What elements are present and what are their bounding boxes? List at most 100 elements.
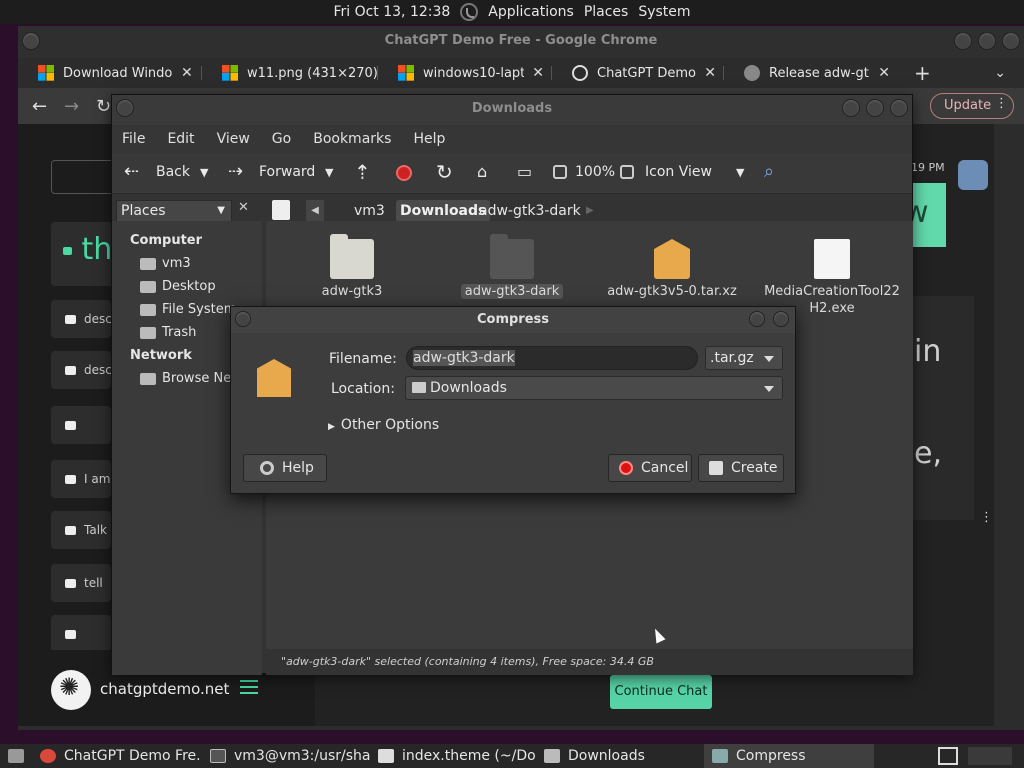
workspace-switcher[interactable] <box>968 747 1012 765</box>
sidebar-item-file-system[interactable]: File System <box>140 302 236 317</box>
file-item[interactable]: adw-gtk3 <box>282 234 422 300</box>
back-icon[interactable]: ⇠ <box>124 161 139 182</box>
chrome-titlebar[interactable]: ChatGPT Demo Free - Google Chrome <box>18 26 1024 58</box>
message-more-icon[interactable]: ⋮ <box>980 510 993 525</box>
tab-label: Download Window <box>63 65 173 81</box>
forward-arrow-icon[interactable]: → <box>64 96 79 117</box>
compress-titlebar[interactable]: Compress <box>231 307 795 333</box>
chat-item[interactable] <box>51 406 111 444</box>
hamburger-menu-icon[interactable] <box>240 680 258 694</box>
forward-button[interactable]: Forward <box>259 164 315 180</box>
close-tab-icon[interactable]: ✕ <box>704 65 716 81</box>
forward-history-dropdown-icon[interactable]: ▼ <box>325 166 333 179</box>
help-button[interactable]: Help <box>243 454 327 482</box>
sun-logo-icon <box>51 670 91 710</box>
file-item-selected[interactable]: adw-gtk3-dark <box>442 234 582 300</box>
cancel-button[interactable]: Cancel <box>608 454 692 482</box>
workspace-switcher-icon[interactable] <box>938 747 958 765</box>
taskbar-item-terminal[interactable]: vm3@vm3:/usr/sha... <box>202 744 370 768</box>
new-tab-button[interactable]: + <box>914 61 931 85</box>
tab-windows10-laptop[interactable]: windows10-laptop ✕ <box>378 58 552 88</box>
maximize-button[interactable] <box>749 311 765 327</box>
sidebar-item-browse-network[interactable]: Browse Net <box>140 371 236 386</box>
path-adw-gtk3-dark[interactable]: adw-gtk3-dark <box>479 200 581 222</box>
window-menu-button[interactable] <box>22 32 40 50</box>
path-downloads[interactable]: Downloads <box>396 200 491 222</box>
search-icon[interactable]: ⌕ <box>764 161 774 182</box>
location-select[interactable]: Downloads <box>405 376 783 400</box>
menu-places[interactable]: Places <box>584 4 629 20</box>
reload-icon[interactable]: ↻ <box>96 96 111 117</box>
computer-icon[interactable]: ▭ <box>517 162 532 181</box>
close-button[interactable] <box>1002 32 1020 50</box>
menu-help[interactable]: Help <box>413 131 445 147</box>
sidebar-item-desktop[interactable]: Desktop <box>140 279 216 294</box>
view-mode-select[interactable]: Icon View <box>645 164 712 180</box>
menu-system[interactable]: System <box>638 4 690 20</box>
close-button[interactable] <box>773 311 789 327</box>
tab-chatgpt-demo[interactable]: ChatGPT Demo Fre ✕ <box>552 58 724 88</box>
path-vm3[interactable]: vm3 <box>334 200 385 222</box>
forward-icon[interactable]: ⇢ <box>228 161 243 182</box>
maximize-button[interactable] <box>866 99 884 117</box>
menu-go[interactable]: Go <box>272 131 291 147</box>
file-item[interactable]: adw-gtk3v5-0.tar.xz <box>602 239 742 300</box>
chrome-menu-icon[interactable]: ⋮ <box>995 96 1008 111</box>
taskbar-item-compress[interactable]: Compress <box>704 744 874 768</box>
close-button[interactable] <box>890 99 908 117</box>
menu-bookmarks[interactable]: Bookmarks <box>313 131 391 147</box>
tab-w11-png[interactable]: w11.png (431×270) ✕ <box>202 58 378 88</box>
minimize-button[interactable] <box>842 99 860 117</box>
window-menu-button[interactable] <box>116 99 134 117</box>
chat-item[interactable]: tell <box>51 564 111 602</box>
chat-item[interactable] <box>51 615 111 653</box>
menu-view[interactable]: View <box>217 131 250 147</box>
tab-release-adw-gtk3[interactable]: Release adw-gtk3 ✕ <box>724 58 898 88</box>
view-mode-dropdown-icon[interactable]: ▼ <box>736 166 744 179</box>
chat-item[interactable]: Talk <box>51 511 111 549</box>
chat-item[interactable]: desc <box>51 351 111 389</box>
zoom-out-icon[interactable] <box>553 165 567 179</box>
menu-applications[interactable]: Applications <box>488 4 574 20</box>
show-desktop-button[interactable] <box>0 744 32 768</box>
brand-name[interactable]: chatgptdemo.net <box>100 680 229 698</box>
taskbar-item-downloads[interactable]: Downloads <box>536 744 704 768</box>
clock[interactable]: Fri Oct 13, 12:38 <box>333 4 450 20</box>
tab-search-icon[interactable]: ⌄ <box>994 65 1006 81</box>
back-history-dropdown-icon[interactable]: ▼ <box>200 166 208 179</box>
taskbar-item-text-editor[interactable]: index.theme (~/Do... <box>370 744 536 768</box>
chat-item[interactable]: I am <box>51 460 111 498</box>
reload-icon[interactable]: ↻ <box>436 160 453 184</box>
back-arrow-icon[interactable]: ← <box>32 96 47 117</box>
edit-location-icon[interactable] <box>272 200 290 220</box>
path-left-arrow-icon[interactable]: ◀ <box>306 200 324 222</box>
create-button[interactable]: Create <box>698 454 784 482</box>
filename-input[interactable]: adw-gtk3-dark <box>406 346 698 370</box>
chat-item[interactable]: desc <box>51 300 111 338</box>
close-tab-icon[interactable]: ✕ <box>878 65 890 81</box>
taskbar-item-chrome[interactable]: ChatGPT Demo Fre... <box>32 744 202 768</box>
continue-chat-button[interactable]: Continue Chat <box>610 675 712 709</box>
path-right-arrow-icon[interactable]: ▶ <box>586 200 594 222</box>
file-manager-titlebar[interactable]: Downloads <box>112 95 912 125</box>
zoom-in-icon[interactable] <box>620 165 634 179</box>
window-menu-button[interactable] <box>235 311 251 327</box>
other-options-expander[interactable]: ▶ Other Options <box>328 417 439 433</box>
stop-icon[interactable] <box>396 165 412 181</box>
menu-edit[interactable]: Edit <box>167 131 194 147</box>
minimize-button[interactable] <box>954 32 972 50</box>
sidebar-item-vm3[interactable]: vm3 <box>140 256 191 271</box>
sidebar-item-trash[interactable]: Trash <box>140 325 196 340</box>
home-folder-icon[interactable]: ⌂ <box>477 162 487 181</box>
tab-download-windows[interactable]: Download Window ✕ <box>18 58 202 88</box>
close-tab-icon[interactable]: ✕ <box>532 65 544 81</box>
up-arrow-icon[interactable]: ⇡ <box>354 160 371 184</box>
menu-file[interactable]: File <box>122 131 145 147</box>
close-tab-icon[interactable]: ✕ <box>181 65 193 81</box>
extension-select[interactable]: .tar.gz <box>705 346 783 370</box>
maximize-button[interactable] <box>978 32 996 50</box>
places-selector[interactable]: Places ▼ <box>116 200 232 222</box>
back-button[interactable]: Back <box>156 164 190 180</box>
close-sidebar-icon[interactable]: ✕ <box>238 200 249 215</box>
applications-menu-icon[interactable] <box>460 3 479 21</box>
